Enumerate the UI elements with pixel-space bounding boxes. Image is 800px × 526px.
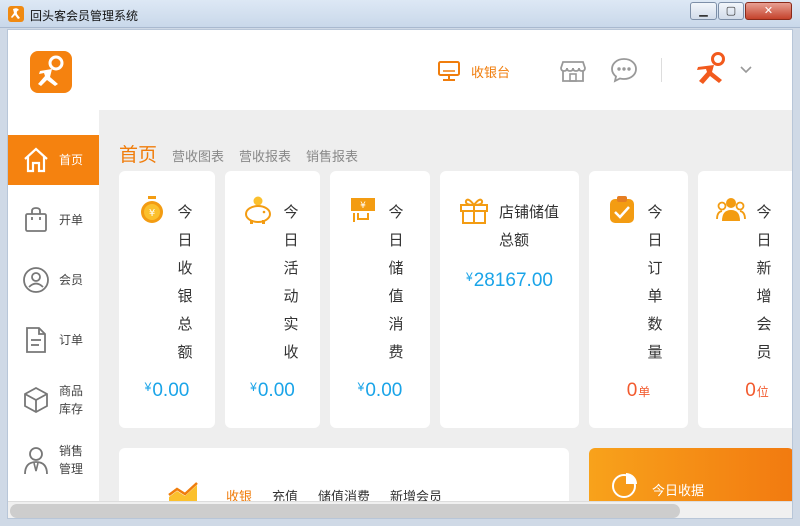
card-label: 今日储值消费 [388,204,404,361]
sidebar-item-label: 销售 管理 [59,442,83,478]
chevron-down-icon[interactable] [739,62,753,76]
card-label: 今日活动实收 [283,204,299,361]
sidebar-label-line1: 销售 [59,444,84,458]
card-label: 今日订单数量 [647,204,663,361]
brand-logo-icon[interactable] [30,51,72,93]
card-value: 0单 [626,380,651,401]
app-frame: 收银台 首页 开单 会员 订单 商品 库存 销售 管理 首页 营收图表 营收报表… [7,29,793,519]
cashier-button[interactable]: 收银台 [437,58,510,84]
sidebar-item-label: 会员 [59,273,84,287]
card-value: ¥0.00 [144,380,190,401]
sidebar-item-sales[interactable]: 销售 管理 [8,435,99,485]
tab-revenue-chart[interactable]: 营收图表 [172,146,224,165]
tab-revenue-report[interactable]: 营收报表 [239,146,291,165]
today-receipt-label: 今日收据 [652,483,705,498]
store-icon[interactable] [559,56,587,84]
monitor-icon [438,61,460,81]
card-value: ¥0.00 [357,380,403,401]
sidebar-item-label: 订单 [59,333,84,347]
header-divider [661,58,662,82]
clipboard-check-icon [610,196,634,223]
stat-card-today-activity[interactable]: 今日活动实收 ¥0.00 [225,171,320,428]
sidebar-item-label: 首页 [59,153,84,167]
user-logo-icon[interactable] [694,50,732,88]
sidebar-label-line2: 管理 [59,462,84,476]
card-label: 店铺储值总额 [499,204,560,249]
app-logo-icon [8,6,24,22]
sidebar-item-orders[interactable]: 订单 [8,315,99,365]
chat-icon[interactable] [610,56,638,84]
sidebar-item-new-order[interactable]: 开单 [8,195,99,245]
stat-card-today-stored-value[interactable]: ¥ 今日储值消费 ¥0.00 [330,171,430,428]
window-titlebar: 回头客会员管理系统 ▁ ▢ ✕ [0,0,800,28]
stat-card-today-new-members[interactable]: 今日新增会员 0位 [698,171,792,428]
maximize-button[interactable]: ▢ [718,2,744,20]
pie-chart-icon [612,473,637,498]
sidebar-item-member[interactable]: 会员 [8,255,99,305]
card-value: 0位 [745,380,769,401]
sidebar-label-line2: 库存 [59,402,84,416]
card-value: ¥0.00 [250,380,295,401]
stat-card-store-stored-total[interactable]: 店铺储值总额 ¥28167.00 [440,171,579,428]
gift-icon [460,198,488,224]
sidebar: 首页 开单 会员 订单 商品 库存 销售 管理 [8,110,99,518]
svg-text:¥: ¥ [149,208,155,219]
card-label: 今日新增会员 [756,204,772,361]
coin-timer-icon: ¥ [141,196,163,223]
stat-card-today-cash[interactable]: ¥ 今日收银总额 ¥0.00 [119,171,215,428]
svg-text:¥: ¥ [360,201,366,211]
sidebar-item-inventory[interactable]: 商品 库存 [8,375,99,425]
bag-icon [25,207,47,232]
people-icon [716,198,746,221]
close-button[interactable]: ✕ [745,2,792,20]
minimize-button[interactable]: ▁ [690,2,717,20]
salesperson-icon [24,447,48,475]
top-tabs: 首页 营收图表 营收报表 销售报表 [119,140,358,167]
card-hand-icon: ¥ [351,198,375,222]
card-label: 今日收银总额 [177,204,193,361]
sidebar-item-home[interactable]: 首页 [8,135,99,185]
member-icon [23,267,49,293]
box-icon [24,386,48,414]
card-value: ¥28167.00 [466,270,553,291]
sidebar-label-line1: 商品 [59,384,84,398]
sidebar-item-label: 商品 库存 [59,382,83,418]
cashier-label: 收银台 [471,64,511,80]
horizontal-scrollbar[interactable] [8,501,792,518]
sidebar-item-label: 开单 [59,213,84,227]
stat-card-today-orders[interactable]: 今日订单数量 0单 [589,171,688,428]
tab-home[interactable]: 首页 [119,140,157,167]
document-icon [26,327,46,353]
tab-sales-report[interactable]: 销售报表 [306,146,358,165]
home-icon [24,147,48,173]
top-header: 收银台 [8,30,792,110]
main-content: 首页 营收图表 营收报表 销售报表 ¥ 今日收银总额 ¥0.00 今日活动实收 … [99,110,792,518]
scrollbar-thumb[interactable] [10,504,680,518]
window-title: 回头客会员管理系统 [30,9,139,23]
piggy-bank-icon [245,196,271,224]
